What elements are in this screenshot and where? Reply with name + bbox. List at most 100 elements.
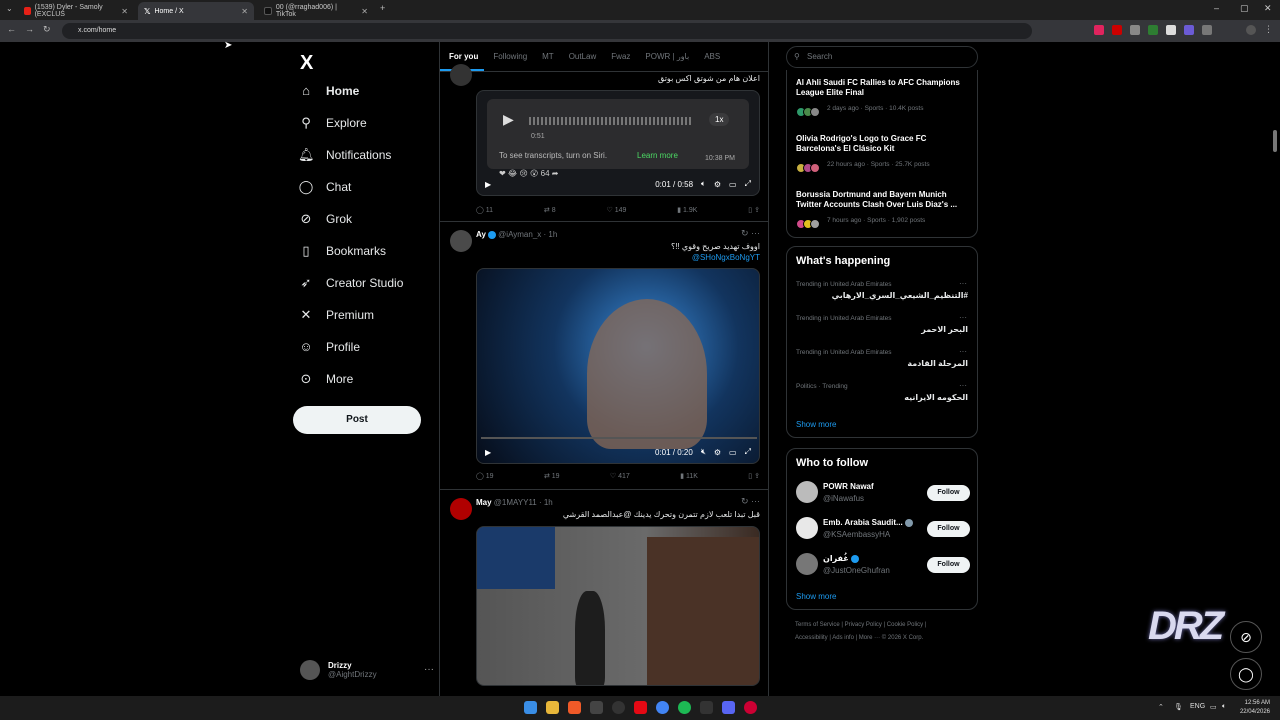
more-dots-icon[interactable]: ↻ ··· bbox=[741, 228, 760, 239]
more-dots-icon[interactable]: ↻ ··· bbox=[741, 496, 760, 507]
close-tab-icon[interactable]: ✕ bbox=[241, 7, 248, 16]
more-dots-icon[interactable]: ··· bbox=[959, 347, 967, 356]
chat-float-button[interactable]: ◯ bbox=[1230, 658, 1262, 690]
nav-more[interactable]: ⊙ More bbox=[298, 371, 354, 387]
brave-icon[interactable] bbox=[568, 701, 581, 714]
chrome-icon[interactable] bbox=[656, 701, 669, 714]
show-more-link[interactable]: Show more bbox=[796, 420, 836, 429]
new-tab-icon[interactable]: + bbox=[380, 3, 385, 13]
speed-button[interactable]: 1x bbox=[709, 113, 730, 126]
settings-icon[interactable]: ⚙ bbox=[714, 180, 721, 189]
tweet[interactable]: May @1MAYY11 · 1h ↻ ··· قبل تبدا تلعب لا… bbox=[440, 490, 768, 720]
nav-creator-studio[interactable]: ➶ Creator Studio bbox=[298, 275, 404, 291]
network-icon[interactable]: ▭ bbox=[1210, 703, 1217, 711]
more-dots-icon[interactable]: ··· bbox=[959, 313, 967, 322]
extension-icon[interactable] bbox=[1112, 25, 1122, 35]
follow-button[interactable]: Follow bbox=[927, 557, 970, 573]
trend-item[interactable]: المرحلة القادمة bbox=[907, 359, 968, 368]
play-icon[interactable]: ▶ bbox=[503, 111, 514, 128]
search-input[interactable]: ⚲ Search bbox=[786, 46, 978, 68]
browser-tab-tiktok[interactable]: 00 (@rraghad006) | TikTok ✕ bbox=[258, 2, 374, 20]
avatar[interactable] bbox=[450, 230, 472, 252]
video-player[interactable]: ▶ 0:01 / 0:20 🔇︎ ⚙ ▭ ⤢ bbox=[476, 268, 760, 464]
reply-button[interactable]: ◯ 19 bbox=[476, 472, 494, 480]
pip-icon[interactable]: ▭ bbox=[729, 448, 737, 457]
more-dots-icon[interactable]: ··· bbox=[424, 664, 434, 675]
follow-name[interactable]: غُفران bbox=[823, 554, 859, 563]
tray-chevron-icon[interactable]: ⌃ bbox=[1158, 703, 1164, 711]
fullscreen-icon[interactable]: ⤢ bbox=[745, 447, 751, 457]
tab-fwaz[interactable]: Fwaz bbox=[602, 42, 636, 71]
discord-icon[interactable] bbox=[722, 701, 735, 714]
puzzle-icon[interactable] bbox=[1202, 25, 1212, 35]
tweet[interactable]: اعلان هام من شوتق اكس بوتق ▶ 0:51 1x To … bbox=[440, 64, 768, 222]
volume-icon[interactable]: 🔈︎ bbox=[701, 179, 706, 189]
extension-icon[interactable] bbox=[1094, 25, 1104, 35]
follow-name[interactable]: Emb. Arabia Saudit... bbox=[823, 518, 913, 527]
nav-premium[interactable]: ✕ Premium bbox=[298, 307, 374, 323]
news-headline[interactable]: Al Ahli Saudi FC Rallies to AFC Champion… bbox=[796, 78, 968, 98]
back-icon[interactable]: ← bbox=[7, 24, 16, 34]
minimize-icon[interactable]: – bbox=[1214, 3, 1219, 13]
nav-home[interactable]: ⌂ Home bbox=[298, 83, 359, 98]
reload-icon[interactable]: ↻ bbox=[43, 24, 51, 35]
tab-outlaw[interactable]: OutLaw bbox=[560, 42, 603, 71]
tab-powr[interactable]: POWR | باور bbox=[636, 42, 695, 71]
waveform[interactable] bbox=[529, 117, 693, 125]
views-button[interactable]: ▮ 11K bbox=[680, 472, 698, 480]
nav-chat[interactable]: ◯ Chat bbox=[298, 179, 352, 195]
more-dots-icon[interactable]: ··· bbox=[959, 381, 967, 390]
more-dots-icon[interactable]: ··· bbox=[959, 279, 967, 288]
settings-icon[interactable]: ⚙ bbox=[714, 448, 721, 457]
maximize-icon[interactable]: ▢ bbox=[1240, 3, 1249, 14]
close-tab-icon[interactable]: ✕ bbox=[121, 7, 128, 16]
browser-tab-x[interactable]: 𝕏 Home / X ✕ bbox=[138, 2, 254, 20]
video-player[interactable] bbox=[476, 526, 760, 686]
address-bar[interactable]: x.com/home bbox=[62, 23, 1032, 39]
news-headline[interactable]: Borussia Dortmund and Bayern Munich Twit… bbox=[796, 190, 968, 210]
pip-icon[interactable]: ▭ bbox=[729, 180, 737, 189]
tweet[interactable]: Ay @iAyman_x · 1h ↻ ··· اووف تهديد صريح … bbox=[440, 222, 768, 490]
trend-item[interactable]: #التنظيم_الشيعي_السري_الارهابي bbox=[832, 291, 968, 300]
scrollbar[interactable] bbox=[1273, 130, 1277, 152]
windows-start-icon[interactable] bbox=[524, 701, 537, 714]
clock[interactable]: 12:56 AM 22/04/2026 bbox=[1240, 699, 1270, 717]
post-button[interactable]: Post bbox=[293, 406, 421, 434]
tab-abs[interactable]: ABS bbox=[695, 42, 726, 71]
avatar[interactable] bbox=[450, 498, 472, 520]
account-switcher[interactable]: Drizzy @AightDrizzy ··· bbox=[300, 660, 434, 680]
play-icon[interactable]: ▶ bbox=[485, 448, 491, 457]
mute-icon[interactable]: 🔇︎ bbox=[701, 447, 706, 457]
volume-icon[interactable]: 🔈︎ bbox=[1222, 703, 1226, 711]
avatar[interactable] bbox=[796, 481, 818, 503]
news-headline[interactable]: Olivia Rodrigo's Logo to Grace FC Barcel… bbox=[796, 134, 968, 154]
tab-following[interactable]: Following bbox=[484, 42, 533, 71]
fullscreen-icon[interactable]: ⤢ bbox=[745, 179, 751, 189]
forward-icon[interactable]: → bbox=[25, 24, 34, 34]
nav-profile[interactable]: ☺ Profile bbox=[298, 339, 360, 354]
audio-player[interactable]: ▶ 0:51 1x To see transcripts, turn on Si… bbox=[476, 90, 760, 196]
tab-mt[interactable]: MT bbox=[533, 42, 560, 71]
follow-name[interactable]: POWR Nawaf bbox=[823, 482, 874, 491]
mic-icon[interactable]: 🎙︎ bbox=[1174, 703, 1183, 711]
extension-icon[interactable] bbox=[1148, 25, 1158, 35]
tweet-author[interactable]: Ay @iAyman_x · 1h bbox=[476, 230, 557, 239]
tweet-author[interactable]: May @1MAYY11 · 1h bbox=[476, 498, 553, 507]
repost-button[interactable]: ⇄ 8 bbox=[544, 206, 556, 214]
play-icon[interactable]: ▶ bbox=[485, 180, 491, 189]
trend-item[interactable]: الحكومه الايرانيه bbox=[904, 393, 968, 402]
close-tab-icon[interactable]: ✕ bbox=[361, 7, 368, 16]
file-explorer-icon[interactable] bbox=[546, 701, 559, 714]
avatar[interactable] bbox=[450, 64, 472, 86]
footer-links[interactable]: Terms of Service | Privacy Policy | Cook… bbox=[795, 622, 926, 628]
repost-button[interactable]: ⇄ 19 bbox=[544, 472, 560, 480]
bookmark-icon[interactable]: ▯ ⇪ bbox=[748, 206, 760, 214]
netflix-icon[interactable] bbox=[634, 701, 647, 714]
app-icon[interactable] bbox=[744, 701, 757, 714]
tab-search-icon[interactable]: ⌄ bbox=[6, 4, 13, 13]
x-logo[interactable]: X bbox=[300, 52, 313, 75]
reply-button[interactable]: ◯ 11 bbox=[476, 206, 493, 214]
extension-icon[interactable] bbox=[1130, 25, 1140, 35]
obs-icon[interactable] bbox=[612, 701, 625, 714]
extension-icon[interactable] bbox=[1184, 25, 1194, 35]
